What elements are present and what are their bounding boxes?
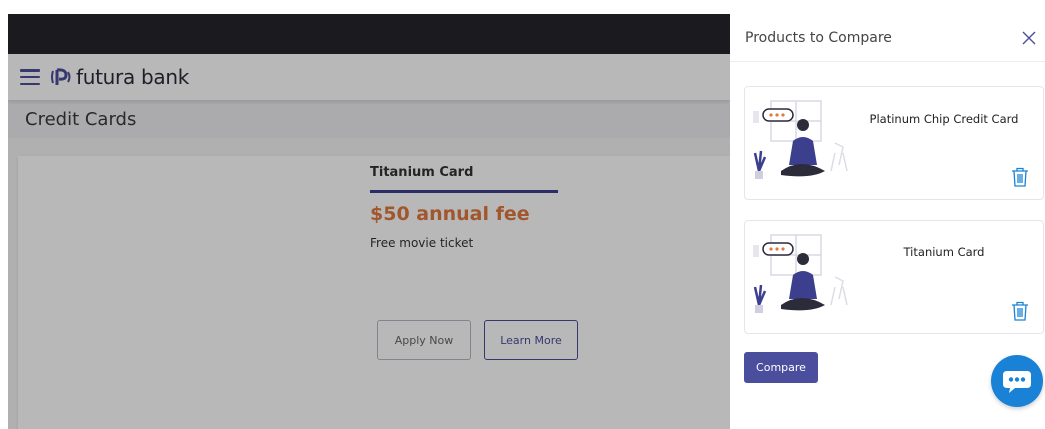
close-icon[interactable] [1021,30,1037,46]
person-illustration-icon [753,234,848,313]
compare-item-name: Platinum Chip Credit Card [869,112,1019,126]
compare-item-name: Titanium Card [903,245,985,259]
modal-overlay[interactable] [8,14,730,429]
chat-button[interactable] [991,355,1043,407]
compare-item: Platinum Chip Credit Card [744,86,1044,200]
bank-app: futura bank Credit Cards Titanium Card $… [8,14,730,429]
compare-item: Titanium Card [744,220,1044,334]
compare-button[interactable]: Compare [744,352,818,383]
compare-panel-header: Products to Compare [730,14,1045,62]
trash-icon[interactable] [1011,301,1029,321]
trash-icon[interactable] [1011,167,1029,187]
person-illustration-icon [753,100,848,179]
chat-icon [1003,371,1031,393]
compare-panel-title: Products to Compare [745,29,892,46]
